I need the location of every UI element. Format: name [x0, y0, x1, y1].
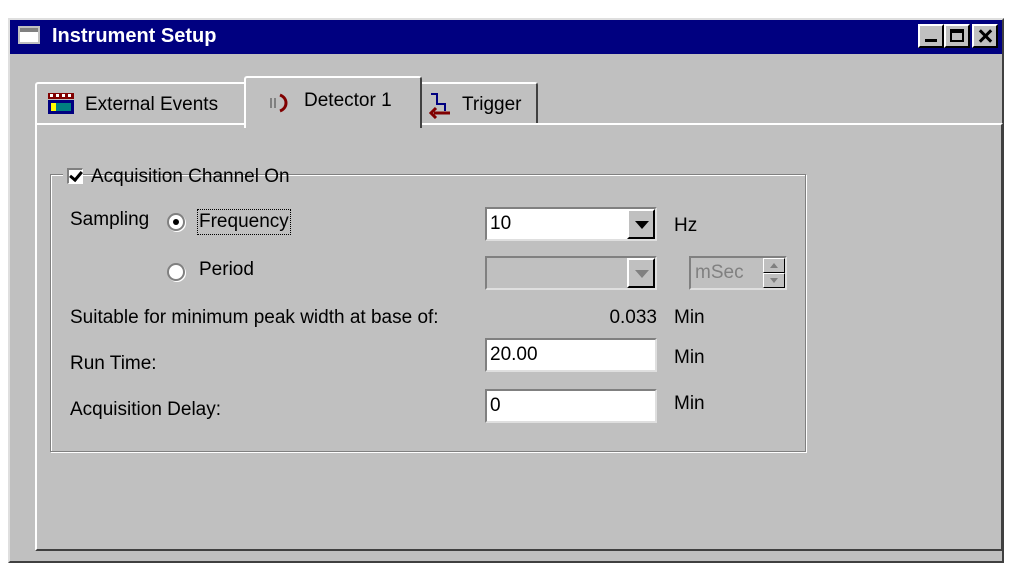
tab-label: External Events [85, 94, 219, 115]
acquisition-delay-value: 0 [490, 395, 501, 416]
period-label: Period [199, 259, 254, 280]
period-select [485, 256, 657, 290]
acquisition-delay-unit: Min [674, 393, 705, 414]
period-unit-spinner: mSec [689, 256, 787, 290]
title-bar[interactable]: Instrument Setup [10, 20, 1002, 54]
run-time-value: 20.00 [490, 344, 538, 365]
tab-external-events[interactable]: External Events [35, 82, 247, 124]
acquisition-channel-checkbox[interactable] [67, 168, 83, 184]
period-unit: mSec [695, 262, 744, 283]
run-time-input[interactable]: 20.00 [485, 338, 657, 372]
instrument-setup-window: Instrument Setup External Events Detecto… [8, 18, 1004, 563]
event-grid-icon [47, 92, 75, 122]
minimize-button[interactable] [918, 24, 944, 48]
tab-detector-1[interactable]: Detector 1 [244, 76, 422, 128]
maximize-button[interactable] [944, 24, 970, 48]
acquisition-channel-label: Acquisition Channel On [91, 166, 290, 187]
peak-width-value: 0.033 [609, 307, 657, 328]
window-icon [18, 26, 40, 44]
peak-width-unit: Min [674, 307, 705, 328]
run-time-unit: Min [674, 347, 705, 368]
acquisition-delay-input[interactable]: 0 [485, 389, 657, 423]
frequency-value: 10 [490, 213, 512, 234]
acquisition-delay-label: Acquisition Delay: [70, 399, 222, 420]
acquisition-channel-toggle[interactable]: Acquisition Channel On [63, 166, 290, 187]
run-time-label: Run Time: [70, 353, 157, 374]
tab-label: Trigger [462, 94, 522, 115]
window-title: Instrument Setup [52, 25, 217, 47]
trigger-arrow-icon [428, 91, 454, 125]
close-button[interactable] [972, 24, 998, 48]
frequency-unit: Hz [674, 215, 698, 236]
frequency-label[interactable]: Frequency [197, 209, 291, 235]
tab-label: Detector 1 [304, 90, 392, 111]
spin-down-button [763, 273, 785, 288]
peak-width-label: Suitable for minimum peak width at base … [70, 307, 439, 328]
detector-panel: Acquisition Channel On Sampling Frequenc… [35, 123, 1003, 551]
frequency-radio[interactable] [167, 213, 185, 231]
period-radio[interactable] [167, 263, 185, 281]
detector-signal-icon [268, 92, 292, 120]
period-dropdown-button [627, 258, 655, 288]
spin-up-button [763, 258, 785, 273]
sampling-label: Sampling [70, 209, 150, 230]
frequency-select[interactable]: 10 [485, 207, 657, 241]
tab-trigger[interactable]: Trigger [418, 82, 538, 124]
frequency-dropdown-button[interactable] [627, 209, 655, 239]
